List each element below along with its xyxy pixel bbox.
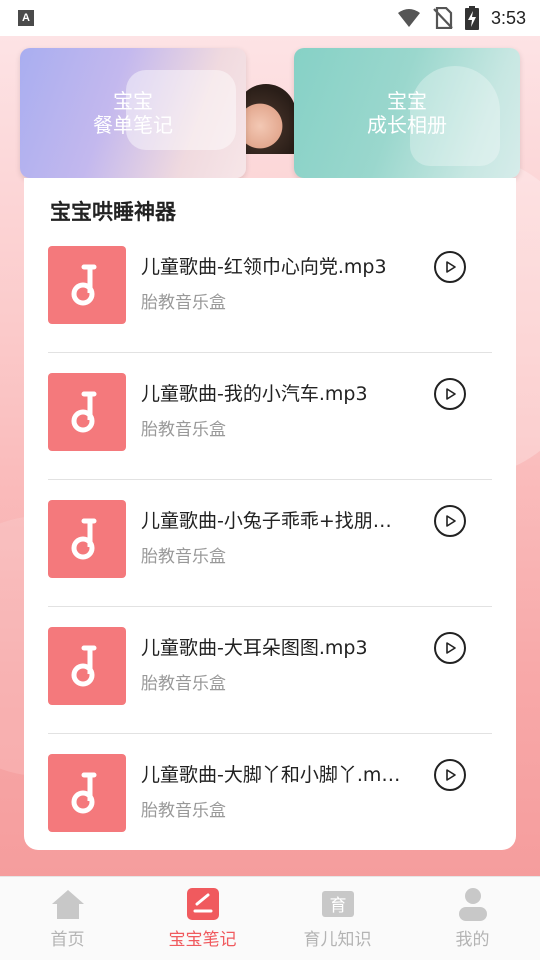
no-sim-icon (433, 7, 453, 29)
song-subtitle: 胎教音乐盒 (141, 801, 226, 821)
nav-parenting-label: 育儿知识 (303, 930, 372, 950)
play-button[interactable] (434, 759, 466, 791)
home-icon (49, 887, 87, 921)
section-title: 宝宝哄睡神器 (50, 200, 176, 224)
play-button[interactable] (434, 251, 466, 283)
meal-notes-label: 宝宝 餐单笔记 (93, 89, 173, 137)
nav-parenting[interactable]: 育 育儿知识 (270, 877, 405, 960)
nav-home-label: 首页 (50, 930, 85, 950)
svg-text:育: 育 (329, 896, 346, 916)
song-title: 儿童歌曲-大脚丫和小脚丫.m… (141, 764, 401, 786)
status-icons: 3:53 (397, 6, 526, 30)
status-time: 3:53 (490, 7, 526, 28)
book-icon: 育 (319, 887, 357, 921)
song-subtitle: 胎教音乐盒 (141, 293, 226, 313)
play-icon (446, 261, 456, 273)
song-title: 儿童歌曲-小兔子乖乖+找朋… (141, 510, 392, 532)
play-icon (446, 388, 456, 400)
nav-mine[interactable]: 我的 (405, 877, 540, 960)
bottom-nav: 首页 宝宝笔记 育 育儿知识 我的 (0, 876, 540, 960)
music-note-icon (48, 246, 126, 324)
growth-album-card[interactable]: 宝宝 成长相册 (294, 48, 520, 178)
music-note-icon (48, 500, 126, 578)
song-item[interactable]: 儿童歌曲-大脚丫和小脚丫.m… 胎教音乐盒 (48, 734, 492, 861)
lullaby-section: 宝宝哄睡神器 儿童歌曲-红领巾心向党.mp3 胎教音乐盒 儿童歌曲-我的小汽车.… (24, 178, 516, 850)
user-icon (454, 887, 492, 921)
play-icon (446, 642, 456, 654)
song-subtitle: 胎教音乐盒 (141, 547, 226, 567)
song-subtitle: 胎教音乐盒 (141, 674, 226, 694)
song-list: 儿童歌曲-红领巾心向党.mp3 胎教音乐盒 儿童歌曲-我的小汽车.mp3 胎教音… (48, 226, 492, 861)
song-title: 儿童歌曲-大耳朵图图.mp3 (141, 637, 368, 659)
nav-home[interactable]: 首页 (0, 877, 135, 960)
song-item[interactable]: 儿童歌曲-红领巾心向党.mp3 胎教音乐盒 (48, 226, 492, 353)
wifi-icon (397, 9, 420, 27)
notification-icon: A (18, 10, 34, 26)
play-button[interactable] (434, 378, 466, 410)
song-subtitle: 胎教音乐盒 (141, 420, 226, 440)
nav-baby-notes-label: 宝宝笔记 (168, 930, 237, 950)
status-bar: A 3:53 (0, 0, 540, 36)
song-title: 儿童歌曲-红领巾心向党.mp3 (141, 256, 387, 278)
song-item[interactable]: 儿童歌曲-小兔子乖乖+找朋… 胎教音乐盒 (48, 480, 492, 607)
music-note-icon (48, 627, 126, 705)
play-icon (446, 515, 456, 527)
music-note-icon (48, 373, 126, 451)
music-note-icon (48, 754, 126, 832)
play-button[interactable] (434, 632, 466, 664)
song-item[interactable]: 儿童歌曲-我的小汽车.mp3 胎教音乐盒 (48, 353, 492, 480)
play-button[interactable] (434, 505, 466, 537)
song-title: 儿童歌曲-我的小汽车.mp3 (141, 383, 368, 405)
battery-charging-icon (464, 6, 479, 30)
nav-mine-label: 我的 (455, 930, 490, 950)
song-item[interactable]: 儿童歌曲-大耳朵图图.mp3 胎教音乐盒 (48, 607, 492, 734)
play-icon (446, 769, 456, 781)
meal-notes-card[interactable]: 宝宝 餐单笔记 (20, 48, 246, 178)
growth-album-label: 宝宝 成长相册 (367, 89, 447, 137)
note-icon (184, 887, 222, 921)
nav-baby-notes[interactable]: 宝宝笔记 (135, 877, 270, 960)
